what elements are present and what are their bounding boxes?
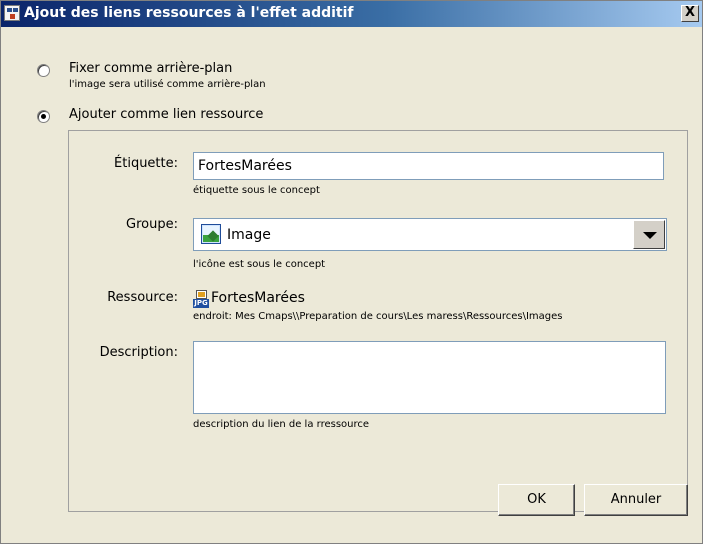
jpg-icon-text: JPG: [193, 299, 209, 308]
background-option[interactable]: Fixer comme arrière-plan l'image sera ut…: [37, 61, 266, 90]
description-field-label: Description:: [99, 345, 178, 360]
description-hint: description du lien de la rressource: [193, 419, 370, 430]
group-combobox[interactable]: Image: [193, 218, 667, 251]
cmap-app-icon: [4, 5, 20, 21]
chevron-down-icon: [643, 232, 657, 239]
group-selected-value: Image: [227, 227, 271, 243]
dialog-window: Ajout des liens ressources à l'effet add…: [0, 0, 703, 544]
image-icon: [201, 224, 221, 244]
background-radio[interactable]: [37, 64, 50, 77]
description-textarea[interactable]: [193, 341, 666, 414]
resource-field-label: Ressource:: [107, 290, 178, 305]
cancel-button[interactable]: Annuler: [584, 484, 688, 516]
group-dropdown-button[interactable]: [633, 220, 665, 249]
background-option-label[interactable]: Fixer comme arrière-plan: [69, 61, 232, 76]
title-bar[interactable]: Ajout des liens ressources à l'effet add…: [1, 1, 702, 27]
background-option-sublabel: l'image sera utilisé comme arrière-plan: [69, 79, 266, 90]
ok-button[interactable]: OK: [498, 484, 575, 516]
label-input[interactable]: FortesMarées: [193, 152, 664, 180]
label-field-label: Étiquette:: [114, 156, 178, 171]
label-hint: étiquette sous le concept: [193, 185, 320, 196]
resource-name: FortesMarées: [211, 290, 305, 306]
jpg-file-icon: JPG: [193, 290, 209, 308]
close-button[interactable]: X: [681, 5, 699, 22]
resource-link-radio[interactable]: [37, 110, 50, 123]
resource-location: endroit: Mes Cmaps\\Preparation de cours…: [193, 311, 563, 322]
dialog-title: Ajout des liens ressources à l'effet add…: [24, 5, 354, 21]
resource-link-option[interactable]: Ajouter comme lien ressource: [37, 107, 263, 123]
resource-link-option-label[interactable]: Ajouter comme lien ressource: [69, 107, 263, 122]
group-hint: l'icône est sous le concept: [193, 259, 326, 270]
group-field-label: Groupe:: [126, 217, 178, 232]
